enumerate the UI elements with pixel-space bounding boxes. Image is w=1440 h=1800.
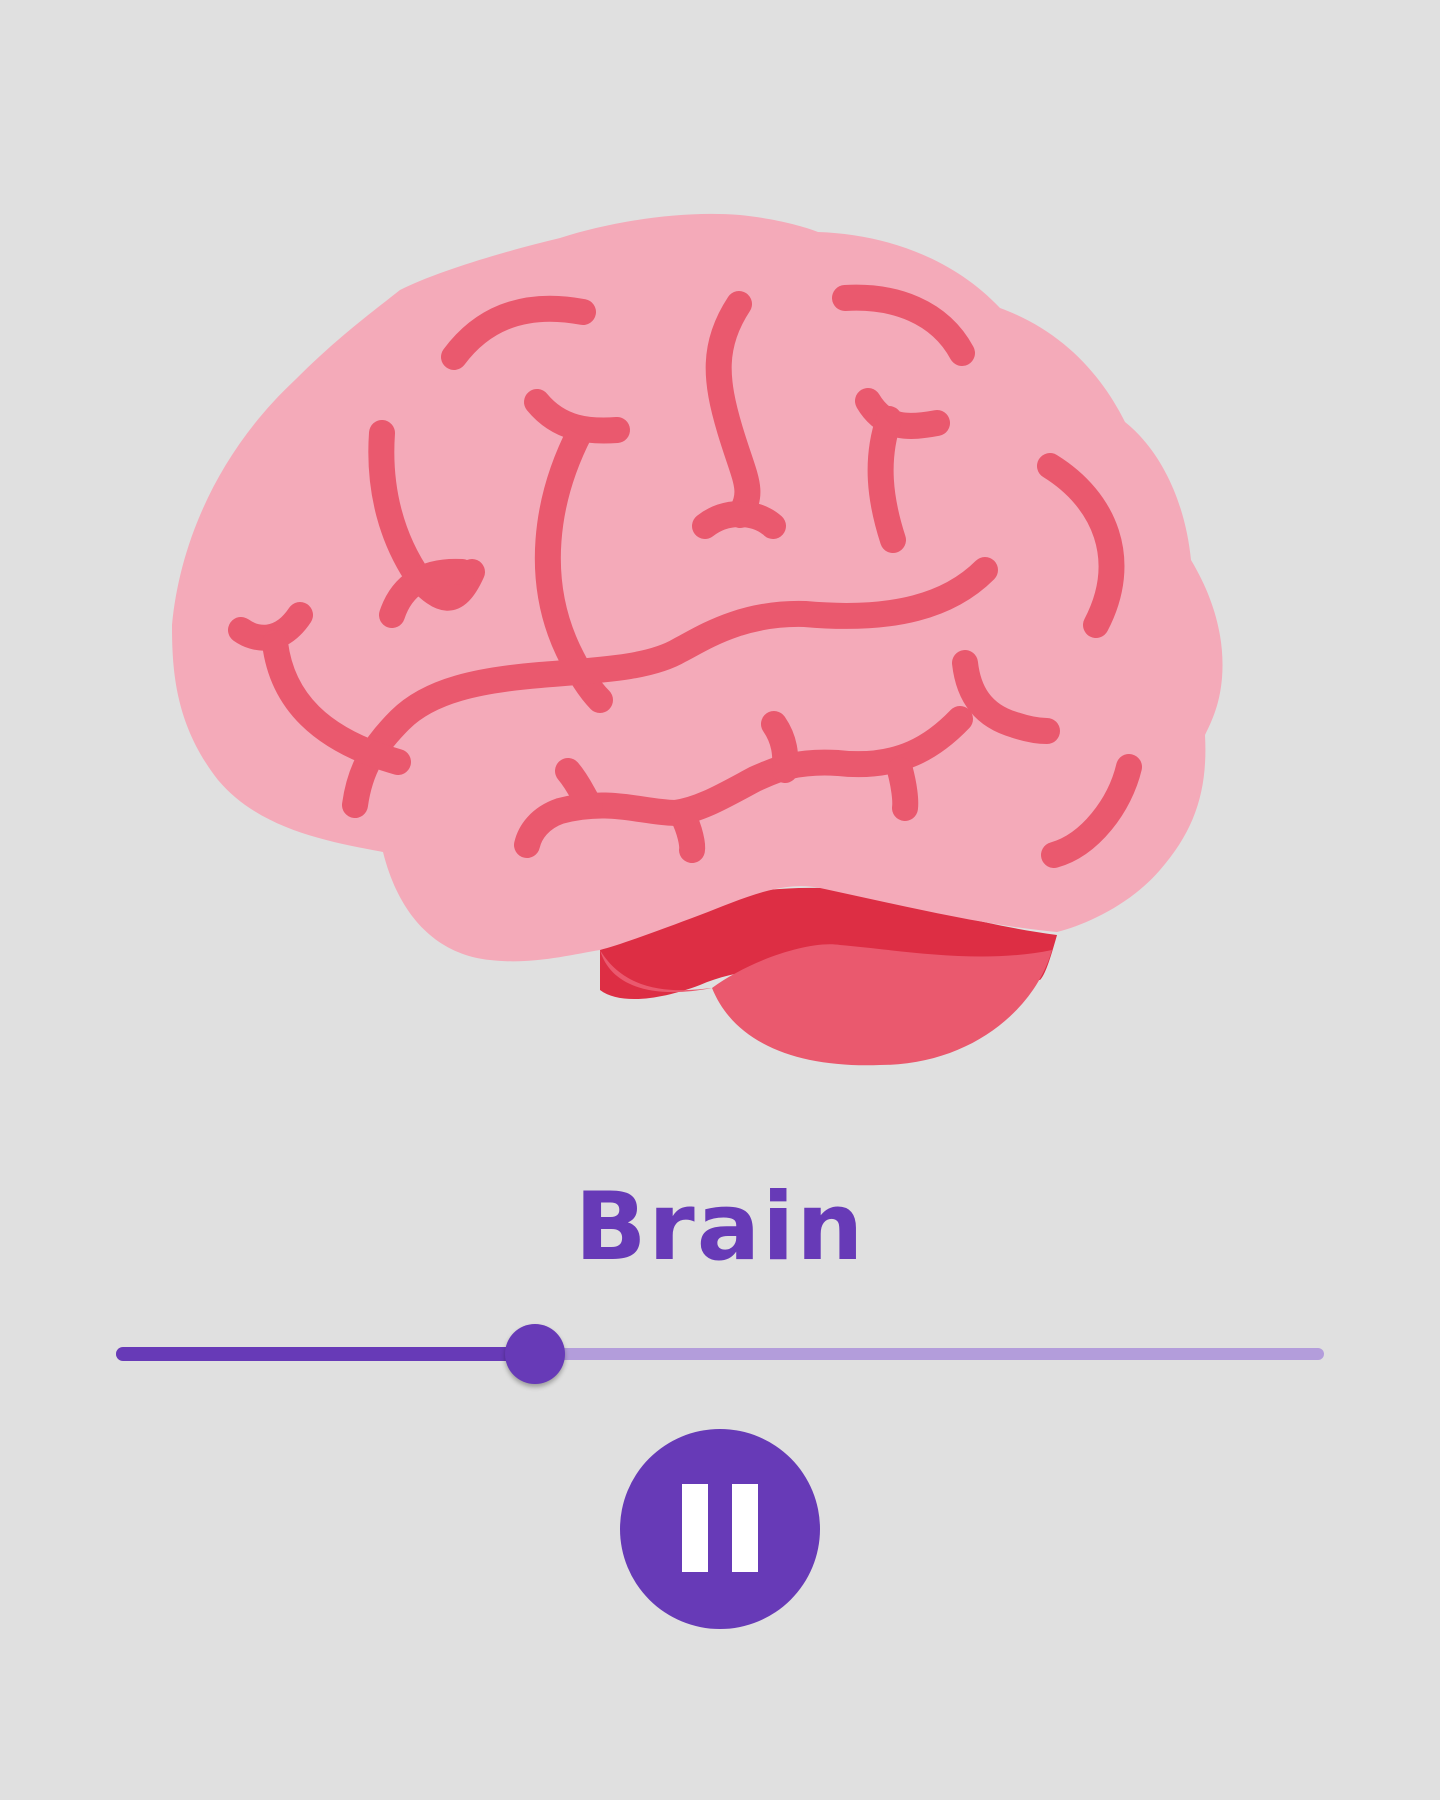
pause-icon-bar [732, 1484, 758, 1572]
seek-slider[interactable] [116, 1324, 1324, 1384]
brain-icon [172, 213, 1223, 1066]
brain-illustration [0, 0, 1440, 1130]
page-title: Brain [574, 1173, 866, 1282]
slider-thumb[interactable] [505, 1324, 566, 1384]
pause-button[interactable] [620, 1429, 820, 1629]
slider-track-fill [116, 1347, 536, 1361]
pause-icon [682, 1484, 708, 1572]
